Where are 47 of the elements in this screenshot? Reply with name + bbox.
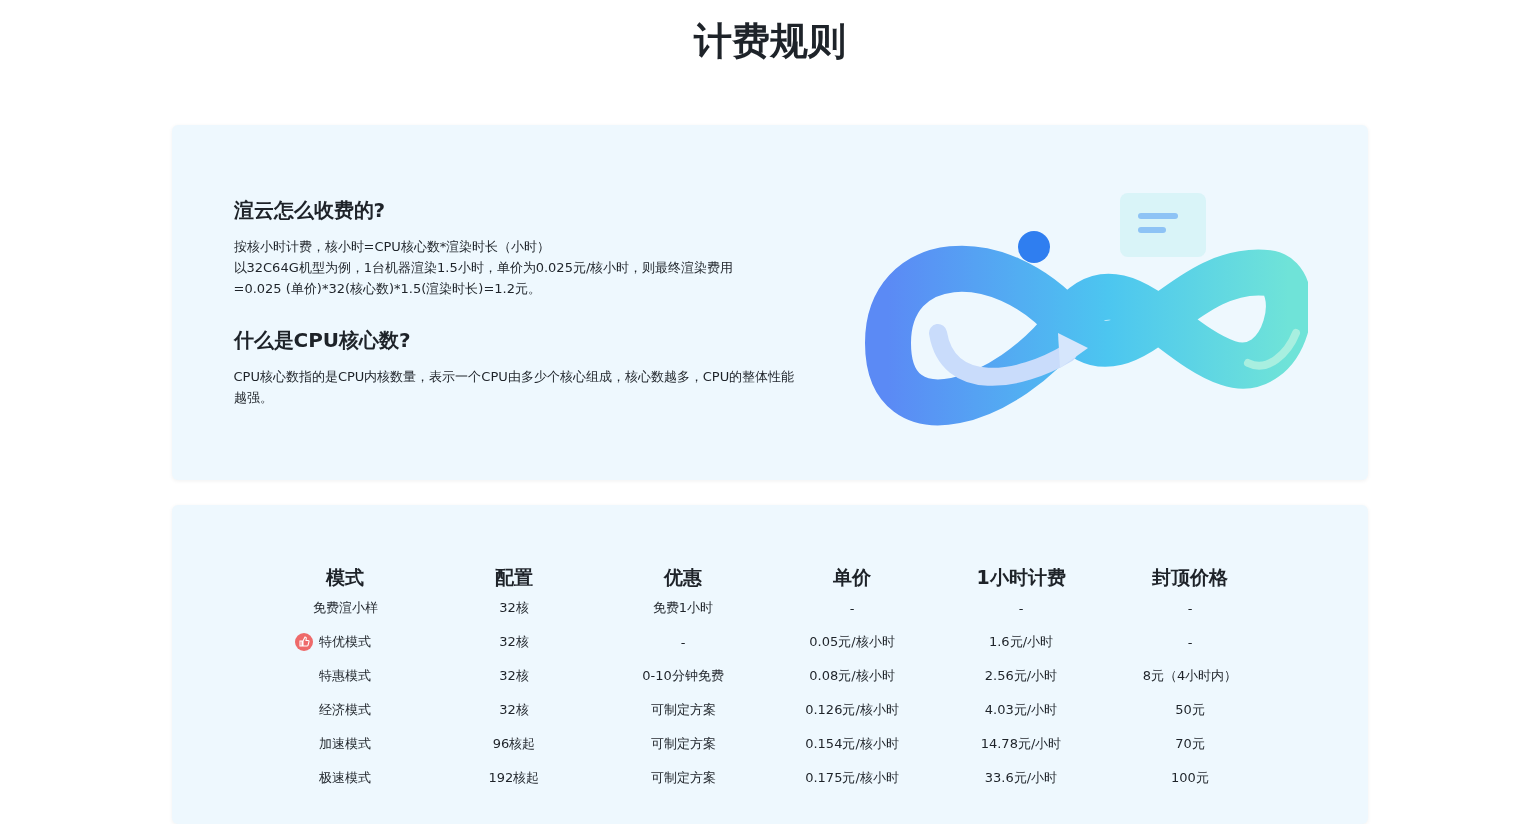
table-cell: 极速模式 — [319, 769, 371, 787]
table-cell: - — [680, 634, 686, 650]
column-header: 单价 — [833, 565, 871, 589]
table-cell: 32核 — [499, 667, 529, 685]
table-cell: 100元 — [1171, 769, 1209, 787]
table-cell: 免费1小时 — [652, 599, 714, 617]
column-header: 1小时计费 — [976, 565, 1066, 589]
table-cell: 2.56元/小时 — [984, 667, 1058, 685]
section-heading: 什么是CPU核心数? — [233, 327, 412, 354]
table-cell: 0.175元/核小时 — [805, 769, 899, 787]
table-cell: 1.6元/小时 — [988, 633, 1054, 651]
table-cell: - — [1187, 634, 1193, 650]
table-cell: - — [849, 600, 855, 616]
table-cell: 特优模式 — [319, 633, 371, 651]
column-header: 优惠 — [664, 565, 702, 589]
table-cell: 32核 — [499, 599, 529, 617]
table-cell: 经济模式 — [319, 701, 371, 719]
table-cell: 70元 — [1175, 735, 1205, 753]
table-cell: 192核起 — [488, 769, 540, 787]
table-cell: 可制定方案 — [650, 769, 716, 787]
table-cell: - — [1187, 600, 1193, 616]
table-cell: 0.05元/核小时 — [809, 633, 895, 651]
page-title: 计费规则 — [693, 18, 846, 65]
section-text: 按核小时计费，核小时=CPU核心数*渲染时长（小时） 以32C64G机型为例，1台机器渲染1.5小时，单价为0.025元/核小时，则最终渲染费用 =0.025 (单价)*32(核心数)*1.5(渲染时长)=1.2元。 — [233, 238, 735, 298]
column-header: 模式 — [326, 565, 364, 589]
table-cell: 0.126元/核小时 — [805, 701, 899, 719]
table-cell: 32核 — [499, 633, 529, 651]
table-cell: 0.08元/核小时 — [809, 667, 895, 685]
section-heading: 渲云怎么收费的? — [233, 197, 387, 224]
table-cell: 可制定方案 — [650, 735, 716, 753]
section-text: CPU核心数指的是CPU内核数量，表示一个CPU由多少个核心组成，核心数越多，CPU的整体性能越强。 — [233, 368, 796, 407]
table-cell: 0-10分钟免费 — [642, 667, 724, 685]
table-cell: - — [1018, 600, 1024, 616]
table-cell: 0.154元/核小时 — [805, 735, 899, 753]
table-cell: 33.6元/小时 — [984, 769, 1058, 787]
table-cell: 8元（4小时内） — [1142, 667, 1238, 685]
table-cell: 可制定方案 — [650, 701, 716, 719]
table-cell: 50元 — [1175, 701, 1205, 719]
table-cell: 96核起 — [492, 735, 536, 753]
table-cell: 32核 — [499, 701, 529, 719]
table-cell: 免费渲小样 — [312, 599, 378, 617]
column-header: 封顶价格 — [1152, 565, 1228, 589]
column-header: 配置 — [495, 565, 533, 589]
table-cell: 加速模式 — [319, 735, 371, 753]
table-cell: 4.03元/小时 — [984, 701, 1058, 719]
table-cell: 特惠模式 — [319, 667, 371, 685]
table-cell: 14.78元/小时 — [980, 735, 1062, 753]
